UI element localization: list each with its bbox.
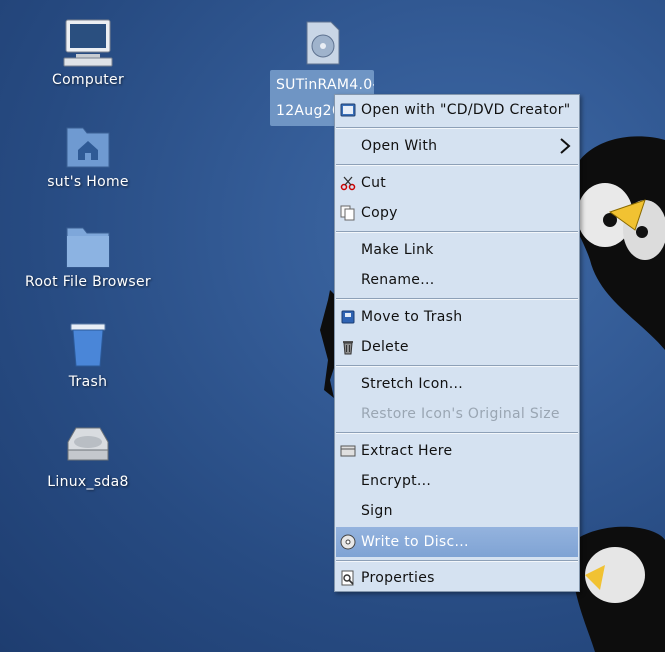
menu-item-properties[interactable]: Properties: [336, 563, 578, 593]
menu-item-label: Stretch Icon...: [361, 376, 464, 392]
home-folder-icon: [66, 127, 110, 168]
menu-item-open-with-cd-creator[interactable]: Open with "CD/DVD Creator": [336, 95, 578, 125]
menu-item-stretch-icon[interactable]: Stretch Icon...: [336, 369, 578, 399]
menu-item-label: Extract Here: [361, 443, 453, 459]
desktop-icon-label: Computer: [52, 72, 124, 88]
menu-separator: [336, 365, 578, 367]
computer-icon: [63, 19, 113, 67]
menu-item-label: Open with "CD/DVD Creator": [361, 102, 571, 118]
desktop-icon-label: sut's Home: [47, 174, 129, 190]
menu-item-make-link[interactable]: Make Link: [336, 235, 578, 265]
menu-separator: [336, 164, 578, 166]
delete-icon: [343, 341, 353, 355]
menu-item-label: Encrypt...: [361, 473, 432, 489]
menu-separator: [336, 560, 578, 562]
menu-separator: [336, 298, 578, 300]
archive-icon: [340, 445, 356, 457]
menu-item-label: Cut: [361, 175, 387, 191]
menu-item-write-to-disc[interactable]: Write to Disc...: [336, 527, 578, 557]
menu-item-sign[interactable]: Sign: [336, 496, 578, 526]
menu-item-label: Sign: [361, 503, 393, 519]
menu-item-move-to-trash[interactable]: Move to Trash: [336, 302, 578, 332]
trash-icon: [70, 323, 106, 367]
menu-item-rename[interactable]: Rename...: [336, 265, 578, 295]
menu-item-label: Copy: [361, 205, 398, 221]
desktop-icon-label: Trash: [68, 374, 108, 390]
menu-item-label: Restore Icon's Original Size: [361, 406, 560, 422]
scissors-icon: [340, 176, 356, 191]
context-menu: Open with "CD/DVD Creator" Open With Cut…: [334, 94, 580, 592]
menu-item-label: Properties: [361, 570, 435, 586]
menu-item-open-with[interactable]: Open With: [336, 131, 578, 161]
folder-icon: [66, 227, 110, 268]
disc-burn-icon: [340, 534, 356, 550]
cd-creator-icon: [340, 103, 356, 117]
desktop-icon-root-file-browser[interactable]: Root File Browser: [13, 220, 163, 292]
desktop-icon-label: Linux_sda8: [47, 474, 129, 490]
menu-item-label: Rename...: [361, 272, 435, 288]
menu-item-delete[interactable]: Delete: [336, 332, 578, 362]
menu-separator: [336, 432, 578, 434]
menu-item-label: Delete: [361, 339, 409, 355]
menu-item-label: Open With: [361, 138, 438, 154]
hard-drive-icon: [67, 427, 109, 461]
menu-separator: [336, 127, 578, 129]
desktop-icon-trash[interactable]: Trash: [13, 320, 163, 392]
desktop-icon-home[interactable]: sut's Home: [13, 120, 163, 192]
menu-item-label: Make Link: [361, 242, 434, 258]
disc-image-icon: [306, 21, 339, 65]
desktop-icon-label: Root File Browser: [25, 274, 151, 290]
tux-wallpaper-bottom: [572, 526, 665, 652]
menu-item-copy[interactable]: Copy: [336, 198, 578, 228]
menu-item-restore-icon-size: Restore Icon's Original Size: [336, 399, 578, 429]
menu-item-label: Move to Trash: [361, 309, 463, 325]
menu-item-label: Write to Disc...: [361, 534, 469, 550]
menu-item-encrypt[interactable]: Encrypt...: [336, 466, 578, 496]
properties-icon: [341, 570, 354, 586]
copy-icon: [340, 205, 355, 221]
menu-separator: [336, 231, 578, 233]
menu-item-extract-here[interactable]: Extract Here: [336, 436, 578, 466]
desktop-icon-computer[interactable]: Computer: [13, 18, 163, 90]
submenu-arrow-icon: [560, 138, 571, 154]
desktop-icon-linux-sda8[interactable]: Linux_sda8: [13, 420, 163, 492]
trash-icon: [341, 310, 355, 324]
menu-item-cut[interactable]: Cut: [336, 168, 578, 198]
